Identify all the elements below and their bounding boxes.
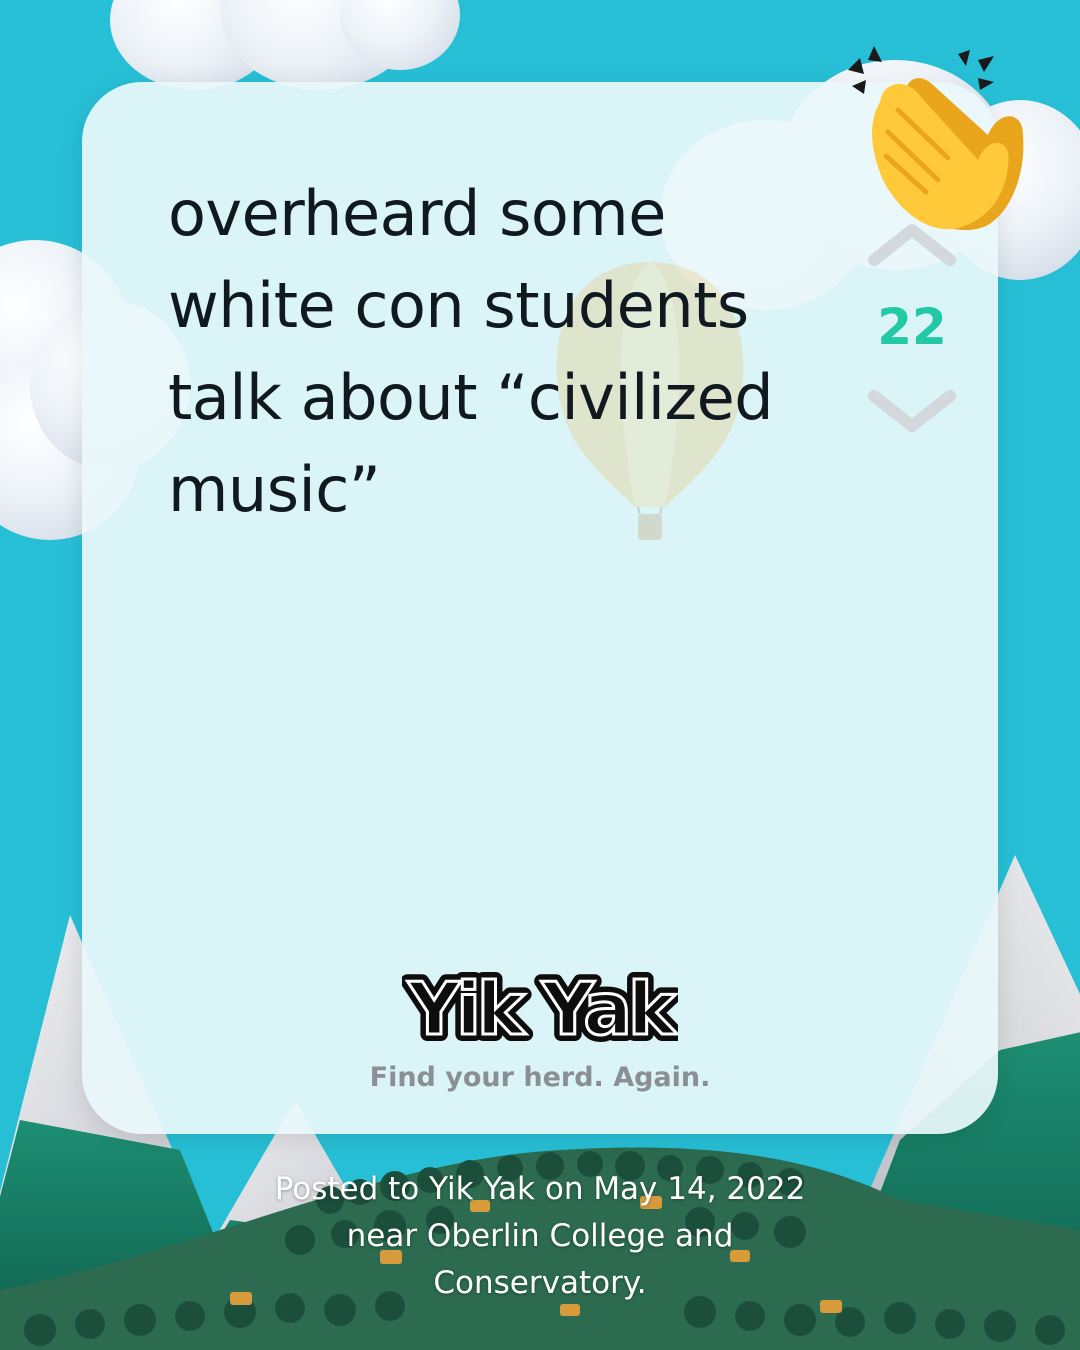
caption-line: Conservatory.	[433, 1265, 647, 1301]
chevron-down-icon[interactable]	[866, 388, 958, 436]
tagline: Find your herd. Again.	[369, 1062, 711, 1093]
logo-text-outline: Yik Yak	[407, 967, 678, 1051]
post-caption: Posted to Yik Yak on May 14, 2022 near O…	[200, 1166, 880, 1307]
post-text-line: music”	[168, 453, 381, 526]
clapping-hands-icon	[848, 46, 1024, 231]
vote-count: 22	[877, 298, 947, 356]
caption-line: Posted to Yik Yak on May 14, 2022	[274, 1171, 806, 1207]
caption-line: near Oberlin College and	[346, 1218, 734, 1254]
post-text-line: overheard some	[168, 177, 666, 250]
post-text-line: talk about “civilized	[168, 361, 774, 434]
vote-controls: 22	[862, 220, 962, 440]
yik-yak-logo: Yik Yak Yik Yak Yik Yak	[402, 960, 678, 1058]
post-text-line: white con students	[168, 269, 749, 342]
post-text: overheard some white con students talk a…	[168, 168, 828, 536]
